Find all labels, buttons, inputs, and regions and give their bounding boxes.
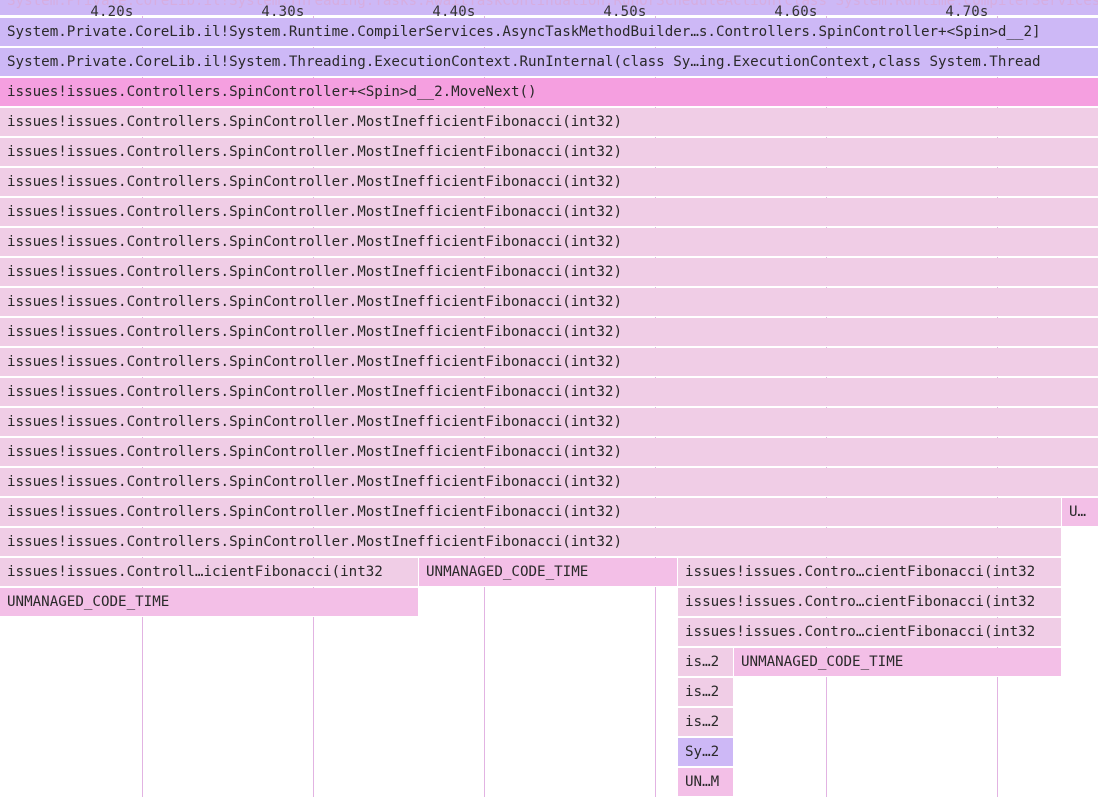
stack-frame[interactable]: issues!issues.Contro…cientFibonacci(int3…	[678, 618, 1062, 647]
stack-frame[interactable]: issues!issues.Controllers.SpinController…	[0, 498, 1062, 527]
stack-frame[interactable]: issues!issues.Contro…cientFibonacci(int3…	[678, 588, 1062, 617]
stack-frame[interactable]: issues!issues.Controllers.SpinController…	[0, 288, 1099, 317]
stack-frame[interactable]: issues!issues.Controllers.SpinController…	[0, 228, 1099, 257]
stack-frame[interactable]: issues!issues.Controllers.SpinController…	[0, 468, 1099, 497]
timeline-tick: 4.60s	[774, 4, 818, 20]
stack-frame[interactable]: issues!issues.Controllers.SpinController…	[0, 408, 1099, 437]
stack-frame[interactable]: issues!issues.Controllers.SpinController…	[0, 108, 1099, 137]
stack-frame[interactable]: issues!issues.Controllers.SpinController…	[0, 198, 1099, 227]
stack-frame[interactable]: issues!issues.Controllers.SpinController…	[0, 378, 1099, 407]
stack-frame-selected[interactable]: issues!issues.Controllers.SpinController…	[0, 78, 1099, 107]
stack-frame[interactable]: issues!issues.Controllers.SpinController…	[0, 438, 1099, 467]
timeline-tick: 4.40s	[432, 4, 476, 20]
stack-frame[interactable]: is…2	[678, 678, 734, 707]
stack-frame[interactable]: System.Private.CoreLib.il!System.Runtime…	[0, 18, 1099, 47]
flame-graph: 4.20s 4.30s 4.40s 4.50s 4.60s 4.70s Syst…	[0, 0, 1099, 797]
stack-frame[interactable]: issues!issues.Controll…icientFibonacci(i…	[0, 558, 419, 587]
stack-frame[interactable]: issues!issues.Controllers.SpinController…	[0, 528, 1062, 557]
stack-frame-unmanaged[interactable]: UNMANAGED_CODE_TIME	[0, 588, 419, 617]
stack-frame[interactable]: issues!issues.Controllers.SpinController…	[0, 258, 1099, 287]
timeline-tick: 4.20s	[90, 4, 134, 20]
stack-frame-unmanaged[interactable]: UNMANAGED_CODE_TIME	[734, 648, 1062, 677]
stack-frame[interactable]: Sy…2	[678, 738, 734, 767]
stack-frame-unmanaged[interactable]: UNMANAGED_CODE_TIME	[419, 558, 678, 587]
timeline-tick: 4.70s	[945, 4, 989, 20]
stack-frame[interactable]: System.Private.CoreLib.il!System.Threadi…	[0, 0, 1099, 16]
stack-frame[interactable]: issues!issues.Controllers.SpinController…	[0, 348, 1099, 377]
stack-frame[interactable]: issues!issues.Contro…cientFibonacci(int3…	[678, 558, 1062, 587]
stack-frame[interactable]: issues!issues.Controllers.SpinController…	[0, 168, 1099, 197]
timeline-tick: 4.50s	[603, 4, 647, 20]
stack-frame-unmanaged[interactable]: U…	[1062, 498, 1099, 527]
timeline-tick: 4.30s	[261, 4, 305, 20]
stack-frame[interactable]: is…2	[678, 708, 734, 737]
stack-frame[interactable]: System.Private.CoreLib.il!System.Threadi…	[0, 48, 1099, 77]
stack-frame[interactable]: issues!issues.Controllers.SpinController…	[0, 138, 1099, 167]
stack-frame[interactable]: is…2	[678, 648, 734, 677]
stack-frame-unmanaged[interactable]: UN…M	[678, 768, 734, 797]
stack-frame[interactable]: issues!issues.Controllers.SpinController…	[0, 318, 1099, 347]
